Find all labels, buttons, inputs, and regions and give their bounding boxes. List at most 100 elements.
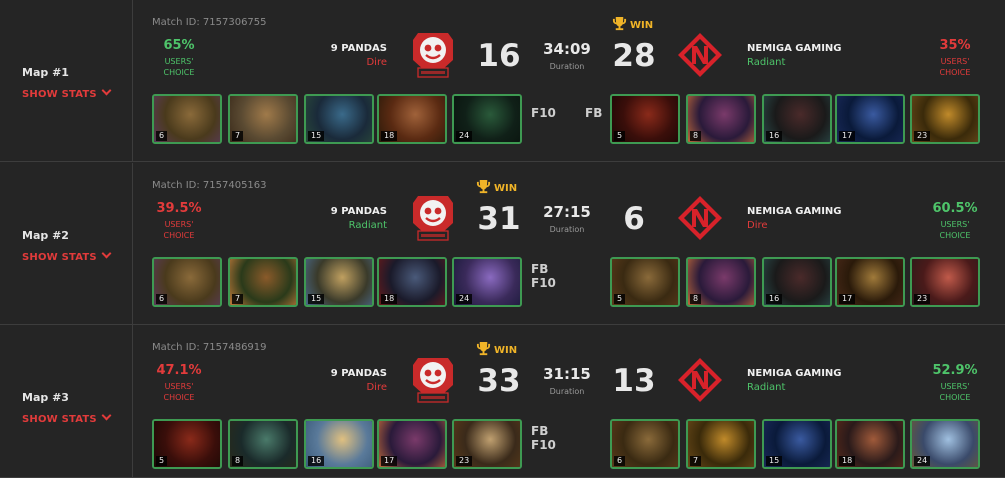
match-id: Match ID: 7157306755 [152, 17, 267, 28]
hero-level: 23 [914, 131, 931, 141]
team-name[interactable]: NEMIGA GAMING [747, 43, 842, 54]
match-duration: 34:09 [543, 40, 591, 58]
hero-level: 17 [839, 294, 856, 304]
team-logo-nemiga[interactable] [677, 32, 723, 78]
hero-portrait[interactable]: 8 [228, 419, 298, 469]
hero-portrait[interactable]: 24 [452, 257, 522, 307]
hero-portrait[interactable]: 6 [152, 94, 222, 144]
users-choice-line: CHOICE [163, 393, 195, 402]
objective-tags: FB F10 [531, 424, 556, 452]
hero-portrait[interactable]: 23 [910, 94, 980, 144]
team-logo-nemiga[interactable] [677, 357, 723, 403]
match-id: Match ID: 7157486919 [152, 342, 267, 353]
team-logo-9-pandas[interactable] [412, 30, 454, 80]
team-name[interactable]: NEMIGA GAMING [747, 206, 842, 217]
hero-portrait[interactable]: 16 [762, 257, 832, 307]
hero-portrait[interactable]: 7 [686, 419, 756, 469]
users-choice-line: CHOICE [163, 68, 195, 77]
hero-portrait[interactable]: 7 [228, 94, 298, 144]
hero-level: 8 [232, 456, 244, 466]
users-choice-label: USERS' CHOICE [149, 381, 209, 403]
objective-tag: F10 [531, 106, 556, 120]
team-logo-nemiga[interactable] [677, 195, 723, 241]
team-name[interactable]: 9 PANDAS [305, 368, 387, 379]
team-logo-9-pandas[interactable] [412, 355, 454, 405]
hero-portrait[interactable]: 16 [762, 94, 832, 144]
hero-portrait[interactable]: 8 [686, 257, 756, 307]
hero-portrait[interactable]: 17 [835, 94, 905, 144]
hero-portrait[interactable]: 6 [152, 257, 222, 307]
hero-level: 6 [156, 131, 168, 141]
hero-level: 7 [690, 456, 702, 466]
hero-portrait[interactable]: 15 [762, 419, 832, 469]
hero-portrait[interactable]: 17 [377, 419, 447, 469]
hero-portrait[interactable]: 23 [910, 257, 980, 307]
hero-portrait[interactable]: 7 [228, 257, 298, 307]
map-label-column: Map #1 SHOW STATS [0, 0, 133, 161]
hero-portrait[interactable]: 8 [686, 94, 756, 144]
team-score: 33 [477, 363, 521, 399]
objective-tag: FB [531, 262, 549, 276]
hero-portrait[interactable]: 15 [304, 94, 374, 144]
hero-level: 8 [690, 131, 702, 141]
hero-level: 16 [308, 456, 325, 466]
match-duration: 27:15 [543, 203, 591, 221]
show-stats-label: SHOW STATS [22, 252, 97, 263]
duration-label: Duration [549, 225, 585, 234]
objective-tag: FB [531, 424, 549, 438]
users-choice-line: CHOICE [939, 393, 971, 402]
hero-portrait[interactable]: 24 [910, 419, 980, 469]
map-row: Map #3 SHOW STATS Match ID: 7157486919 47.1… [0, 325, 1005, 478]
objective-tags: FB [585, 106, 602, 120]
hero-level: 16 [766, 131, 783, 141]
users-choice-label: USERS' CHOICE [925, 56, 985, 78]
win-label: WIN [630, 20, 654, 31]
show-stats-button[interactable]: SHOW STATS [22, 85, 112, 100]
users-choice-label: USERS' CHOICE [149, 219, 209, 241]
users-choice-line: USERS' [164, 382, 194, 391]
hero-portrait[interactable]: 5 [152, 419, 222, 469]
team-score: 31 [477, 201, 521, 237]
hero-level: 6 [614, 456, 626, 466]
hero-level: 17 [381, 456, 398, 466]
trophy-icon [476, 179, 491, 194]
map-title: Map #2 [22, 229, 69, 242]
hero-portrait[interactable]: 6 [610, 419, 680, 469]
map-title: Map #3 [22, 391, 69, 404]
hero-portrait[interactable]: 17 [835, 257, 905, 307]
team-logo-9-pandas[interactable] [412, 193, 454, 243]
show-stats-button[interactable]: SHOW STATS [22, 248, 112, 263]
hero-level: 15 [308, 294, 325, 304]
team-name[interactable]: 9 PANDAS [305, 206, 387, 217]
hero-portrait[interactable]: 5 [610, 94, 680, 144]
team-score: 28 [612, 38, 656, 74]
hero-portrait[interactable]: 18 [377, 94, 447, 144]
team-name[interactable]: 9 PANDAS [305, 43, 387, 54]
hero-level: 17 [839, 131, 856, 141]
trophy-icon [612, 16, 627, 31]
map-row: Map #2 SHOW STATS Match ID: 7157405163 39.5… [0, 163, 1005, 325]
objective-tags: F10 [531, 106, 556, 120]
show-stats-button[interactable]: SHOW STATS [22, 410, 112, 425]
users-choice-percent: 65% [163, 38, 195, 53]
hero-level: 6 [156, 294, 168, 304]
hero-level: 15 [308, 131, 325, 141]
hero-portrait[interactable]: 5 [610, 257, 680, 307]
hero-portrait[interactable]: 24 [452, 94, 522, 144]
team-name[interactable]: NEMIGA GAMING [747, 368, 842, 379]
hero-portrait[interactable]: 18 [377, 257, 447, 307]
hero-portrait[interactable]: 15 [304, 257, 374, 307]
users-choice-line: USERS' [940, 57, 970, 66]
chevron-down-icon [101, 85, 112, 96]
chevron-down-icon [101, 248, 112, 259]
win-badge: WIN [612, 16, 653, 31]
hero-portrait[interactable]: 23 [452, 419, 522, 469]
hero-portrait[interactable]: 18 [835, 419, 905, 469]
map-title: Map #1 [22, 66, 69, 79]
team-score: 13 [612, 363, 656, 399]
hero-level: 23 [456, 456, 473, 466]
hero-portrait[interactable]: 16 [304, 419, 374, 469]
map-label-column: Map #2 SHOW STATS [0, 163, 133, 324]
objective-tags: FB F10 [531, 262, 556, 290]
map-label-column: Map #3 SHOW STATS [0, 325, 133, 477]
